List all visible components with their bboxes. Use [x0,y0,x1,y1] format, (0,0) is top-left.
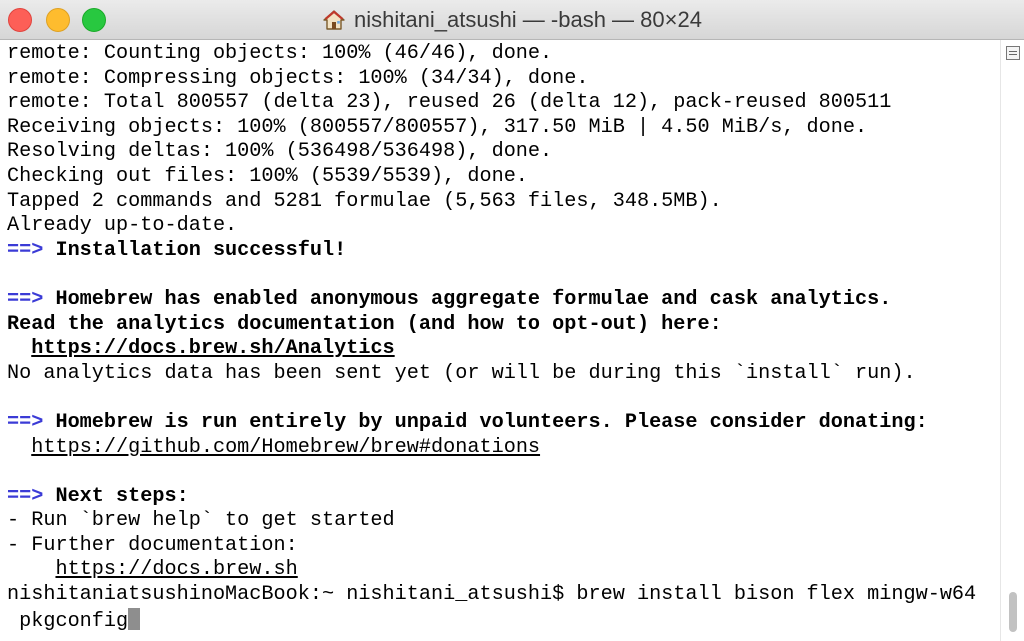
terminal-line: Read the analytics documentation (and ho… [7,313,1000,338]
terminal-line: Resolving deltas: 100% (536498/536498), … [7,140,1000,165]
terminal-link[interactable]: https://docs.brew.sh/Analytics [31,337,394,360]
terminal-line: Tapped 2 commands and 5281 formulae (5,5… [7,190,1000,215]
prompt-arrow: ==> [7,287,44,311]
terminal-text: remote: Counting objects: 100% (46/46), … [7,42,553,65]
terminal-line: https://docs.brew.sh [7,558,1000,583]
terminal-text: - Run `brew help` to get started [7,509,395,533]
terminal-line: - Run `brew help` to get started [7,509,1000,534]
terminal-text: remote: Compressing objects: 100% (34/34… [7,66,589,90]
terminal-text: pkgconfig [7,609,129,633]
terminal-line: remote: Total 800557 (delta 23), reused … [7,91,1000,116]
terminal-line: https://github.com/Homebrew/brew#donatio… [7,436,1000,461]
terminal-line: nishitaniatsushinoMacBook:~ nishitani_at… [7,583,1000,608]
terminal-line: https://docs.brew.sh/Analytics [7,337,1000,362]
terminal-text: Checking out files: 100% (5539/5539), do… [7,164,528,188]
scrollbar[interactable] [1000,40,1024,641]
terminal-text: Homebrew has enabled anonymous aggregate… [43,287,892,311]
terminal-text: Homebrew is run entirely by unpaid volun… [43,410,928,434]
title-bar[interactable]: nishitani_atsushi — -bash — 80×24 [0,0,1024,40]
terminal-line: Checking out files: 100% (5539/5539), do… [7,165,1000,190]
terminal-text: Already up-to-date. [7,214,238,238]
prompt-arrow: ==> [7,238,44,262]
window-title-container: nishitani_atsushi — -bash — 80×24 [0,0,1024,40]
terminal-text: Read the analytics documentation (and ho… [7,312,722,336]
window-title: nishitani_atsushi — -bash — 80×24 [354,7,702,32]
terminal-line: remote: Counting objects: 100% (46/46), … [7,42,1000,67]
terminal-line: Receiving objects: 100% (800557/800557),… [7,116,1000,141]
terminal-text: No analytics data has been sent yet (or … [7,361,916,385]
scroll-thumb[interactable] [1009,592,1017,632]
terminal-text: Installation successful! [43,238,347,262]
terminal-text: Receiving objects: 100% (800557/800557),… [7,115,868,139]
terminal-text: remote: Total 800557 (delta 23), reused … [7,91,892,115]
terminal-link[interactable]: https://docs.brew.sh [55,558,297,581]
terminal-text: nishitaniatsushinoMacBook:~ nishitani_at… [7,583,977,607]
prompt-arrow: ==> [7,484,44,508]
terminal-link[interactable]: https://github.com/Homebrew/brew#donatio… [31,436,540,459]
terminal-line: ==> Installation successful! [7,239,1000,264]
terminal-text: Next steps: [43,484,189,508]
terminal-line: ==> Homebrew is run entirely by unpaid v… [7,411,1000,436]
terminal-window: nishitani_atsushi — -bash — 80×24 remote… [0,0,1024,641]
terminal-line: ==> Next steps: [7,485,1000,510]
split-pane-icon[interactable] [1006,46,1020,60]
terminal-line: - Further documentation: [7,534,1000,559]
terminal-line: pkgconfig [7,607,1000,633]
terminal-text: Tapped 2 commands and 5281 formulae (5,5… [7,189,722,213]
terminal-output[interactable]: remote: Counting objects: 100% (46/46), … [0,40,1000,641]
terminal-text: - Further documentation: [7,533,298,557]
prompt-arrow: ==> [7,410,44,434]
terminal-line: Already up-to-date. [7,214,1000,239]
terminal-text: Resolving deltas: 100% (536498/536498), … [7,140,553,164]
terminal-line: remote: Compressing objects: 100% (34/34… [7,67,1000,92]
terminal-line: No analytics data has been sent yet (or … [7,362,1000,387]
text-cursor [128,607,141,630]
home-icon [323,10,345,30]
terminal-line: ==> Homebrew has enabled anonymous aggre… [7,288,1000,313]
